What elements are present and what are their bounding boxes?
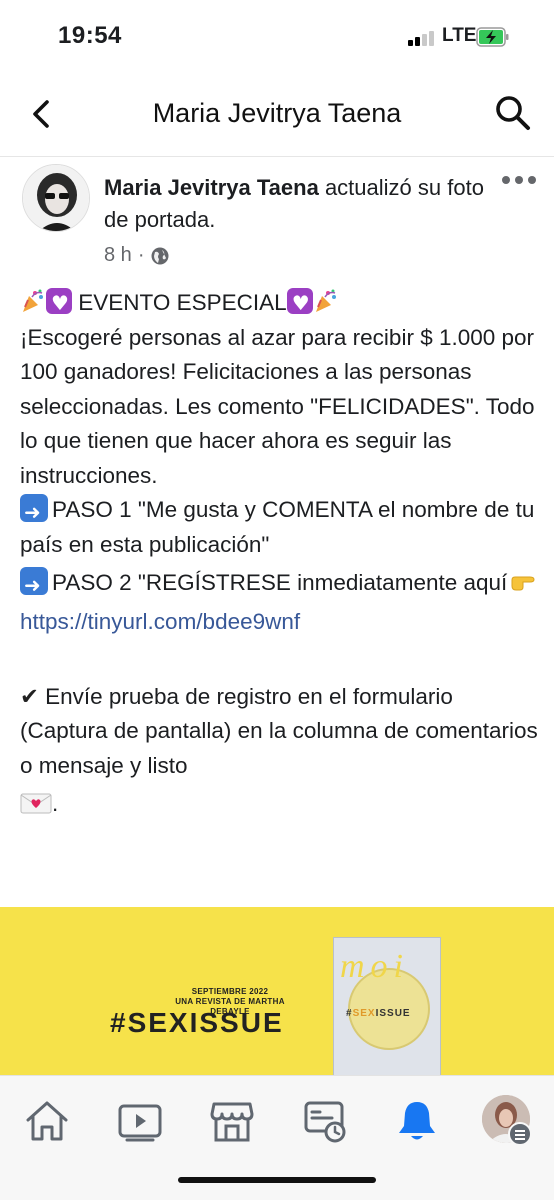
right-arrow-icon xyxy=(20,494,48,530)
globe-icon xyxy=(151,247,169,264)
post-author-line: Maria Jevitrya Taena actualizó su foto d… xyxy=(104,172,494,236)
more-dots-icon[interactable] xyxy=(502,176,536,186)
check-mark-icon: ✔ xyxy=(20,683,39,710)
status-time: 19:54 xyxy=(58,22,122,49)
pointing-hand-icon xyxy=(511,576,535,591)
marketplace-icon[interactable] xyxy=(207,1096,257,1146)
mag-sub-orange: SEX xyxy=(352,1008,376,1019)
right-arrow-icon xyxy=(20,567,48,603)
party-popper-icon xyxy=(315,289,336,312)
magazine-subtitle: #SEXISSUE xyxy=(346,1008,411,1019)
purple-heart-icon xyxy=(46,286,72,321)
post-intro: ¡Escogeré personas al azar para recibir … xyxy=(20,324,535,488)
back-chevron-icon[interactable] xyxy=(22,94,62,134)
party-popper-icon xyxy=(23,289,43,312)
video-icon[interactable] xyxy=(115,1096,165,1146)
status-bar: 19:54 LTE xyxy=(0,0,554,74)
nav-divider xyxy=(0,156,554,157)
feeds-icon[interactable] xyxy=(300,1096,350,1146)
home-indicator xyxy=(178,1177,376,1183)
purple-heart-icon xyxy=(286,286,313,321)
post-author-name[interactable]: Maria Jevitrya Taena xyxy=(104,175,319,200)
post-closing-text: Envíe prueba de registro en el formulari… xyxy=(20,683,538,778)
signal-icon xyxy=(408,30,438,46)
post-step-2: PASO 2 "REGÍSTRESE inmediatamente aquí xyxy=(20,566,540,603)
post-step-2-text: PASO 2 "REGÍSTRESE inmediatamente aquí xyxy=(52,570,508,595)
post-closing-end: . xyxy=(20,787,540,822)
post-headline-line: EVENTO ESPECIAL xyxy=(20,286,540,321)
magazine-title: moi xyxy=(340,948,409,985)
post-headline: EVENTO ESPECIAL xyxy=(78,290,287,315)
battery-charging-icon xyxy=(476,27,509,47)
post-link[interactable]: https://tinyurl.com/bdee9wnf xyxy=(20,609,300,634)
love-letter-icon xyxy=(20,793,52,814)
page-title: Maria Jevitrya Taena xyxy=(152,98,402,128)
post-closing-period: . xyxy=(52,791,59,816)
notifications-icon[interactable] xyxy=(392,1096,442,1146)
meta-separator: · xyxy=(137,244,145,266)
post-meta: 8 h · xyxy=(104,244,170,267)
cover-photo[interactable]: SEPTIEMBRE 2022 UNA REVISTA DE MARTHA DE… xyxy=(0,907,554,1075)
banner-date-line-1: SEPTIEMBRE 2022 xyxy=(191,987,269,996)
post-step-1-text: PASO 1 "Me gusta y COMENTA el nombre de … xyxy=(20,497,535,557)
post-link-line: https://tinyurl.com/bdee9wnf xyxy=(20,605,540,640)
search-icon[interactable] xyxy=(492,92,534,134)
magazine-cover: moi #SEXISSUE xyxy=(333,937,441,1075)
post-timestamp[interactable]: 8 h xyxy=(104,244,132,267)
top-nav-bar: Maria Jevitrya Taena xyxy=(0,74,554,154)
home-icon[interactable] xyxy=(22,1096,72,1146)
profile-menu-icon[interactable] xyxy=(508,1122,532,1146)
post-text: EVENTO ESPECIAL ¡Escogeré personas al az… xyxy=(20,286,540,822)
network-type: LTE xyxy=(442,25,477,46)
post-step-1: PASO 1 "Me gusta y COMENTA el nombre de … xyxy=(20,493,540,562)
banner-hashtag: #SEXISSUE xyxy=(110,1007,284,1038)
post-closing: ✔ Envíe prueba de registro en el formula… xyxy=(20,680,540,784)
author-avatar[interactable] xyxy=(22,164,90,232)
mag-sub-rest: ISSUE xyxy=(375,1008,411,1019)
